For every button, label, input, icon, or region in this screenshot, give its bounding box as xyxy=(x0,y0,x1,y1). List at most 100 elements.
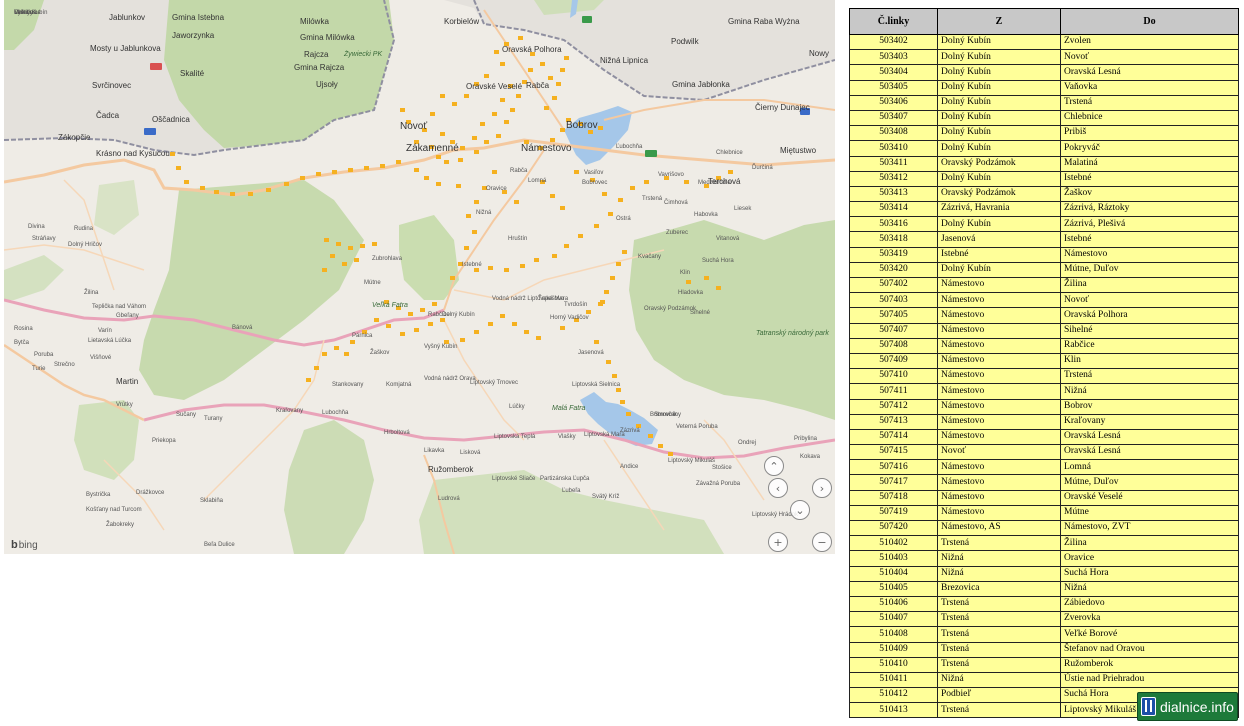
watermark-text: dialnice.info xyxy=(1160,698,1234,715)
map-place-label: Kraľovany xyxy=(276,408,304,414)
to-cell: Mútne xyxy=(1060,504,1239,522)
map-place-label: Liptovské Sliače xyxy=(492,476,536,482)
table-row: 503420 Dolný Kubín Mútne, Duľov xyxy=(849,261,1239,279)
table-row: 503407 Dolný Kubín Chlebnice xyxy=(849,109,1239,127)
line-number-cell: 507414 xyxy=(849,428,938,446)
bing-attribution[interactable]: b bing xyxy=(11,539,38,551)
table-row: 503419 Istebné Námestovo xyxy=(849,246,1239,263)
map-place-label: Vyšný Kubín xyxy=(424,344,458,350)
to-cell: Novoť xyxy=(1060,292,1239,309)
line-number-cell: 510408 xyxy=(849,626,938,643)
table-row: 507411 Námestovo Nižná xyxy=(849,383,1239,400)
map-place-label: Oravské Veselé xyxy=(466,82,523,91)
pan-down-button[interactable]: ⌄ xyxy=(790,500,810,520)
map-place-label: Bánová xyxy=(232,325,253,331)
map-place-label: Podwilk xyxy=(671,37,699,46)
from-cell: Jasenová xyxy=(937,231,1061,248)
table-row: 503414 Zázrivá, Havrania Zázrivá, Ráztoky xyxy=(849,201,1239,218)
line-number-cell: 503413 xyxy=(849,185,938,203)
from-cell: Trstená xyxy=(937,611,1061,628)
to-cell: Ústie nad Priehradou xyxy=(1060,671,1239,689)
to-cell: Nižná xyxy=(1060,580,1239,597)
map-place-label: Rabča xyxy=(510,168,528,174)
pan-right-button[interactable]: › xyxy=(812,478,832,498)
table-row: 507409 Námestovo Klin xyxy=(849,352,1239,370)
pan-up-button[interactable]: ⌃ xyxy=(764,456,784,476)
table-row: 503403 Dolný Kubín Novoť xyxy=(849,49,1239,66)
map-place-label: Liptovská Sielnica xyxy=(572,382,621,388)
table-row: 503405 Dolný Kubín Vaňovka xyxy=(849,79,1239,96)
line-number-cell: 503407 xyxy=(849,109,938,127)
table-row: 507420 Námestovo, AS Námestovo, ZVT xyxy=(849,519,1239,537)
map-place-label: Kokava xyxy=(800,454,821,460)
map-place-label: Zázrivá xyxy=(620,428,640,434)
map-place-label: Zákopčie xyxy=(58,133,91,142)
from-cell: Trstená xyxy=(937,595,1061,613)
to-cell: Žaškov xyxy=(1060,185,1239,203)
map-place-label: Jablunkov xyxy=(109,13,146,22)
map-place-label: Vasiľov xyxy=(584,170,604,176)
map-place-label: Zuberec xyxy=(666,230,689,236)
map-place-label: Rabča xyxy=(526,81,550,90)
to-cell: Nižná xyxy=(1060,383,1239,400)
line-number-cell: 503406 xyxy=(849,94,938,111)
table-row: 503402 Dolný Kubín Zvolen xyxy=(849,33,1239,51)
map-place-label: Lomná xyxy=(528,178,547,184)
to-cell: Mútne, Duľov xyxy=(1060,261,1239,279)
map-place-label: Košťany nad Turcom xyxy=(86,507,142,513)
table-row: 503412 Dolný Kubín Istebné xyxy=(849,170,1239,187)
map-place-label: Lisková xyxy=(460,450,481,456)
zoom-in-button[interactable]: + xyxy=(768,532,788,552)
map-place-label: Gmina Jabłonka xyxy=(672,80,730,89)
map-place-label: Ondrej xyxy=(738,440,757,446)
from-cell: Námestovo xyxy=(937,413,1061,430)
map-place-label: Chlebnice xyxy=(716,150,743,156)
map-place-label: Bytča xyxy=(14,340,30,346)
from-cell: Trstená xyxy=(937,702,1061,719)
route-map[interactable]: Jablunkov Gmina Istebna Milówka Korbielów Po… xyxy=(4,0,835,554)
map-place-label: Jasenová xyxy=(578,350,604,356)
map-place-label: Čimhová xyxy=(664,200,688,206)
to-cell: Veľké Borové xyxy=(1060,626,1239,643)
map-place-label: Suchá Hora xyxy=(702,258,734,264)
pan-left-button[interactable]: ‹ xyxy=(768,478,788,498)
from-cell: Námestovo xyxy=(937,398,1061,415)
to-cell: Žilina xyxy=(1060,276,1239,294)
map-place-label: Bobrov xyxy=(566,120,598,131)
map-place-label: Novoť xyxy=(400,121,428,132)
map-place-label: Jaworzynka xyxy=(172,31,215,40)
map-place-label: Vodná nádrž Orava xyxy=(424,376,476,382)
map-place-label: Istebné xyxy=(462,262,482,268)
to-cell: Oravská Lesná xyxy=(1060,444,1239,461)
map-place-label: Vyšný Kubín xyxy=(14,10,48,16)
map-place-label: Priekopa xyxy=(152,438,176,444)
zoom-out-button[interactable]: − xyxy=(812,532,832,552)
from-cell: Námestovo xyxy=(937,292,1061,309)
table-row: 510411 Nižná Ústie nad Priehradou xyxy=(849,671,1239,689)
map-place-label: Pribylina xyxy=(794,436,818,442)
line-number-cell: 507407 xyxy=(849,322,938,339)
to-cell: Mútne, Duľov xyxy=(1060,474,1239,491)
map-place-label: Veterná Poruba xyxy=(676,424,718,430)
table-row: 507414 Námestovo Oravská Lesná xyxy=(849,428,1239,446)
bing-logo-icon: b xyxy=(11,539,18,551)
map-place-label: Lúčky xyxy=(509,404,525,410)
to-cell: Zverovka xyxy=(1060,611,1239,628)
table-row: 503408 Dolný Kubín Pribiš xyxy=(849,125,1239,142)
map-place-label: Rajcza xyxy=(304,50,329,59)
map-place-label: Malá Fatra xyxy=(552,405,586,412)
map-place-label: Partizánska Ľupča xyxy=(540,476,590,482)
table-row: 507413 Námestovo Kraľovany xyxy=(849,413,1239,430)
to-cell: Pokryváč xyxy=(1060,140,1239,157)
map-place-label: Ťapešovo xyxy=(538,296,565,302)
line-number-cell: 507413 xyxy=(849,413,938,430)
line-number-cell: 503404 xyxy=(849,64,938,81)
map-place-label: Varín xyxy=(98,328,112,334)
map-place-label: Bobrovec xyxy=(582,180,608,186)
line-number-cell: 503416 xyxy=(849,216,938,233)
line-number-cell: 510405 xyxy=(849,580,938,597)
map-place-label: Zákamenné xyxy=(406,143,459,154)
map-place-label: Rudina xyxy=(74,226,94,232)
header-line-number: Č.linky xyxy=(849,8,938,35)
map-place-label: Kvačany xyxy=(638,254,662,260)
